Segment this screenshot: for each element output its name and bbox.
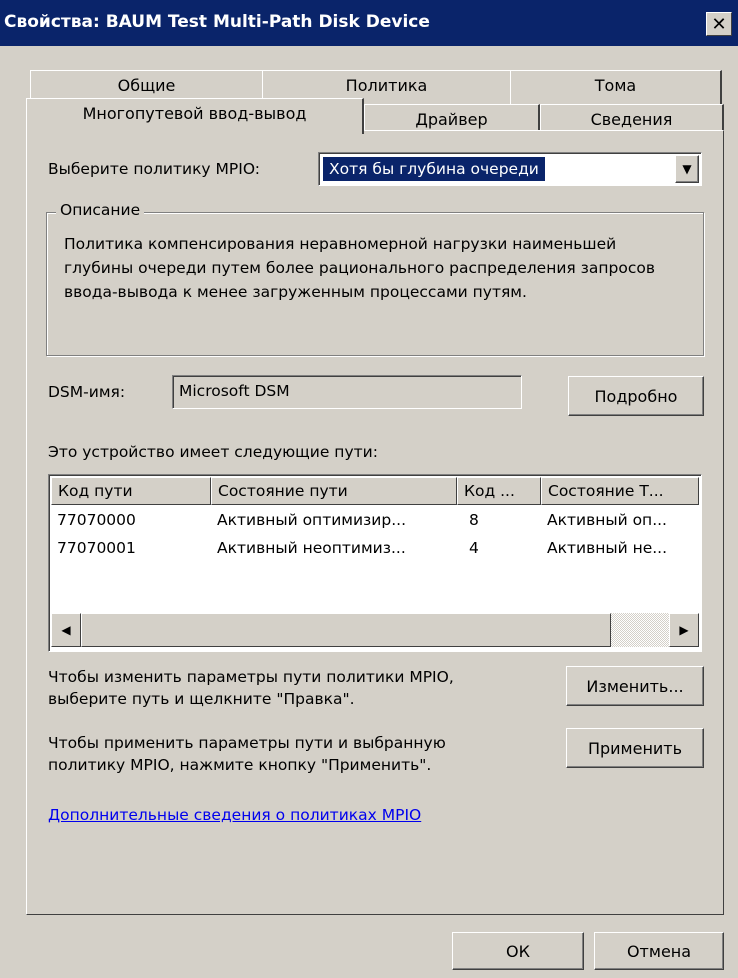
details-button[interactable]: Подробно xyxy=(568,376,704,416)
chevron-left-icon: ◀ xyxy=(61,623,71,637)
apply-instructions-line1: Чтобы применить параметры пути и выбранн… xyxy=(48,734,446,752)
apply-instructions-line2: политику MPIO, нажмите кнопку "Применить… xyxy=(48,756,432,774)
paths-list[interactable]: Код пути Состояние пути Код ... Состояни… xyxy=(48,474,702,652)
dsm-label: DSM-имя: xyxy=(48,383,126,401)
edit-button[interactable]: Изменить... xyxy=(566,666,704,706)
table-cell[interactable]: 4 xyxy=(469,539,479,557)
window-title: Свойства: BAUM Test Multi-Path Disk Devi… xyxy=(4,12,430,32)
cancel-button-label: Отмена xyxy=(626,941,692,961)
dsm-name-field[interactable]: Microsoft DSM xyxy=(172,375,522,409)
column-header-label: Состояние Т... xyxy=(548,482,664,500)
column-header-path-state[interactable]: Состояние пути xyxy=(211,477,457,505)
close-icon: ✕ xyxy=(711,13,727,35)
tab-label: Многопутевой ввод-вывод xyxy=(82,104,307,123)
scroll-track[interactable] xyxy=(611,613,669,647)
tab-multipath-io[interactable]: Многопутевой ввод-вывод xyxy=(26,98,364,134)
tab-label: Политика xyxy=(345,76,428,95)
scroll-right-button[interactable]: ▶ xyxy=(669,613,699,647)
mpio-info-link[interactable]: Дополнительные сведения о политиках MPIO xyxy=(48,806,421,824)
scroll-thumb[interactable] xyxy=(81,613,611,647)
chevron-down-icon: ▼ xyxy=(682,162,692,176)
tab-label: Сведения xyxy=(590,110,673,129)
table-cell[interactable]: Активный оптимизир... xyxy=(217,511,455,529)
edit-instructions-line1: Чтобы изменить параметры пути политики M… xyxy=(48,668,454,686)
column-header-tpg-state[interactable]: Состояние Т... xyxy=(541,477,699,505)
cancel-button[interactable]: Отмена xyxy=(594,932,724,970)
table-cell[interactable]: Активный неоптимиз... xyxy=(217,539,455,557)
table-cell[interactable]: 77070001 xyxy=(57,539,136,557)
horizontal-scrollbar[interactable]: ◀ ▶ xyxy=(51,613,699,647)
scroll-left-button[interactable]: ◀ xyxy=(51,613,81,647)
ok-button[interactable]: ОК xyxy=(452,932,584,970)
column-header-code[interactable]: Код ... xyxy=(457,477,541,505)
tab-label: Общие xyxy=(117,76,176,95)
description-title: Описание xyxy=(56,201,145,219)
table-cell[interactable]: 77070000 xyxy=(57,511,136,529)
tab-label: Драйвер xyxy=(415,110,488,129)
details-button-label: Подробно xyxy=(594,386,678,406)
apply-button-label: Применить xyxy=(587,738,683,758)
edit-instructions-line2: выберите путь и щелкните "Правка". xyxy=(48,690,355,708)
edit-button-label: Изменить... xyxy=(586,676,684,696)
title-bar[interactable]: Свойства: BAUM Test Multi-Path Disk Devi… xyxy=(0,0,738,46)
tab-volumes[interactable]: Тома xyxy=(510,70,722,104)
tab-label: Тома xyxy=(594,76,637,95)
chevron-right-icon: ▶ xyxy=(679,623,689,637)
ok-button-label: ОК xyxy=(506,941,530,961)
column-header-label: Код пути xyxy=(58,482,133,500)
apply-button[interactable]: Применить xyxy=(566,728,704,768)
policy-selected-value: Хотя бы глубина очереди xyxy=(322,156,546,182)
paths-label: Это устройство имеет следующие пути: xyxy=(48,443,378,461)
close-button[interactable]: ✕ xyxy=(706,12,732,36)
column-header-label: Код ... xyxy=(464,482,515,500)
dropdown-button[interactable]: ▼ xyxy=(675,155,699,183)
table-cell[interactable]: Активный не... xyxy=(547,539,697,557)
policy-select[interactable]: Хотя бы глубина очереди ▼ xyxy=(318,152,702,186)
table-cell[interactable]: 8 xyxy=(469,511,479,529)
column-header-label: Состояние пути xyxy=(218,482,348,500)
policy-label: Выберите политику MPIO: xyxy=(48,160,260,178)
dsm-name-value: Microsoft DSM xyxy=(179,382,290,400)
table-cell[interactable]: Активный оп... xyxy=(547,511,697,529)
description-text: Политика компенсирования неравномерной н… xyxy=(64,235,656,301)
column-header-path-id[interactable]: Код пути xyxy=(51,477,211,505)
